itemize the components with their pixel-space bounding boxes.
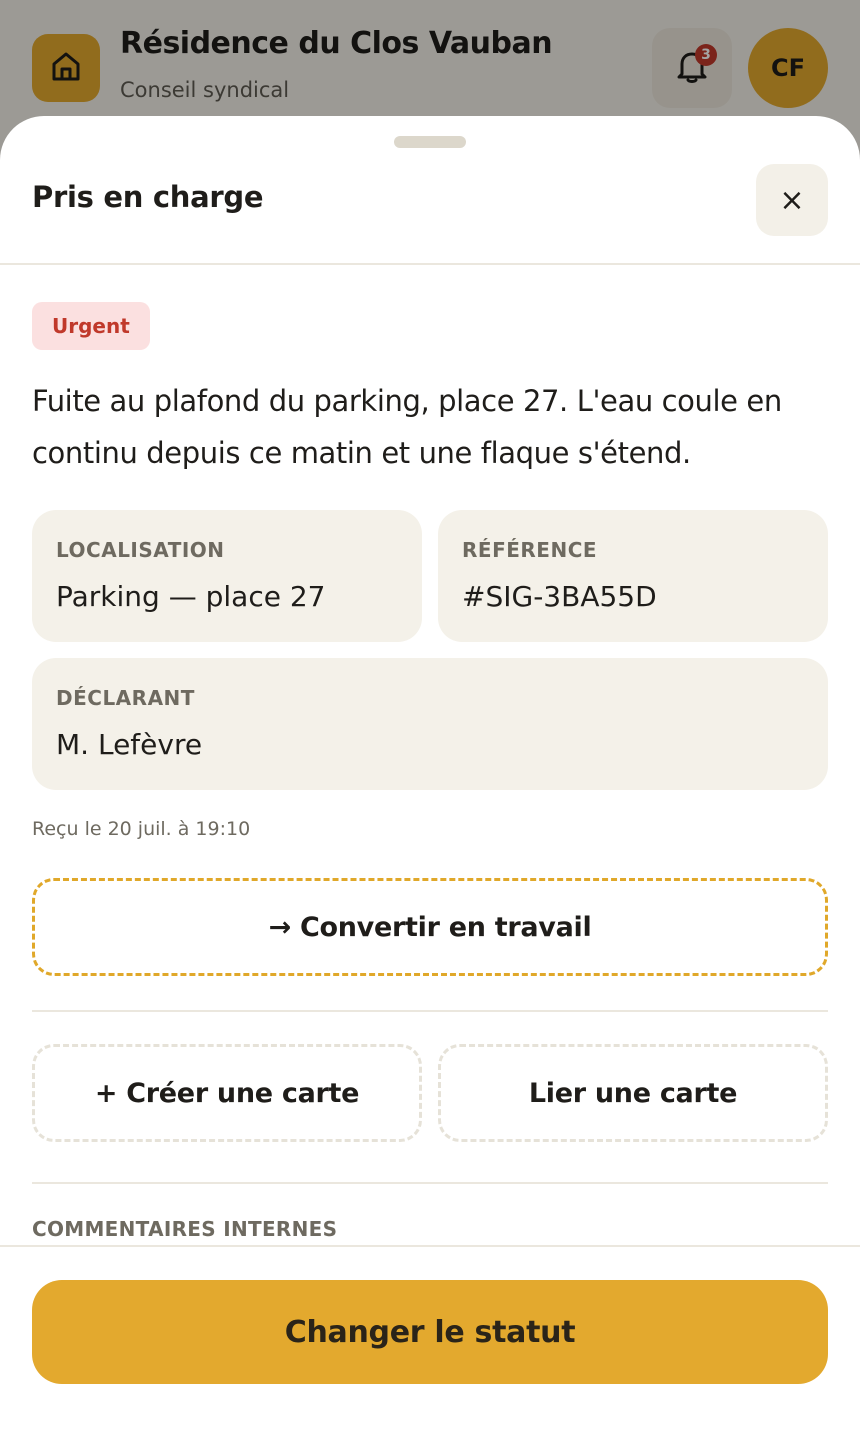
close-icon: ×: [779, 182, 805, 218]
convert-to-work-button[interactable]: → Convertir en travail: [32, 878, 828, 976]
reference-label: RÉFÉRENCE: [462, 538, 598, 562]
location-label: LOCALISATION: [56, 538, 225, 562]
report-description: Fuite au plafond du parking, place 27. L…: [32, 384, 782, 470]
reporter-card: DÉCLARANT M. Lefèvre: [32, 658, 828, 790]
change-status-button[interactable]: Changer le statut: [32, 1280, 828, 1384]
reference-value: #SIG-3BA55D: [462, 580, 657, 613]
internal-comments-heading: COMMENTAIRES INTERNES: [32, 1217, 338, 1241]
received-timestamp: Reçu le 20 juil. à 19:10: [32, 818, 251, 840]
sheet-title: Pris en charge: [32, 180, 264, 214]
sheet-footer: Changer le statut: [0, 1245, 860, 1440]
location-value: Parking — place 27: [56, 580, 326, 613]
reporter-value: M. Lefèvre: [56, 728, 203, 761]
location-card: LOCALISATION Parking — place 27: [32, 510, 422, 642]
reference-card: RÉFÉRENCE #SIG-3BA55D: [438, 510, 828, 642]
reporter-label: DÉCLARANT: [56, 686, 195, 710]
divider: [32, 1010, 828, 1012]
priority-badge: Urgent: [32, 302, 150, 350]
report-detail-sheet: Pris en charge × Urgent Fuite au plafond…: [0, 116, 860, 1440]
sheet-drag-handle[interactable]: [394, 136, 466, 148]
link-card-button[interactable]: Lier une carte: [438, 1044, 828, 1142]
divider: [32, 1182, 828, 1184]
close-button[interactable]: ×: [756, 164, 828, 236]
sheet-content[interactable]: Urgent Fuite au plafond du parking, plac…: [0, 265, 860, 1245]
create-card-button[interactable]: + Créer une carte: [32, 1044, 422, 1142]
